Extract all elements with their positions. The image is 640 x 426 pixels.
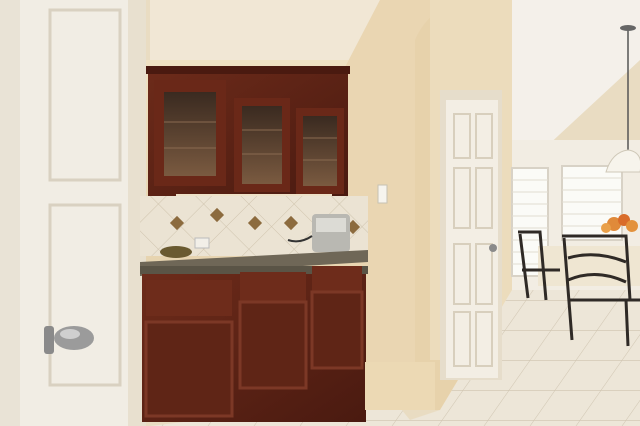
left-door-edge bbox=[0, 0, 20, 426]
cabinet-door[interactable] bbox=[310, 290, 364, 370]
kitchen-photo bbox=[0, 0, 640, 426]
ceiling-right bbox=[512, 0, 640, 148]
cabinet-door[interactable] bbox=[144, 320, 234, 418]
glass-door[interactable] bbox=[234, 98, 290, 192]
fruit-bowl bbox=[160, 246, 192, 258]
upper-cabinets bbox=[146, 66, 350, 196]
hallway-door-knob[interactable] bbox=[489, 244, 497, 252]
light-switch-icon[interactable] bbox=[377, 184, 388, 204]
glass-door[interactable] bbox=[296, 108, 344, 194]
glass-door[interactable] bbox=[154, 80, 226, 186]
lower-cabinets bbox=[142, 266, 366, 422]
baseboard bbox=[365, 362, 435, 410]
cabinet-door[interactable] bbox=[238, 300, 308, 390]
outlet bbox=[194, 237, 210, 249]
